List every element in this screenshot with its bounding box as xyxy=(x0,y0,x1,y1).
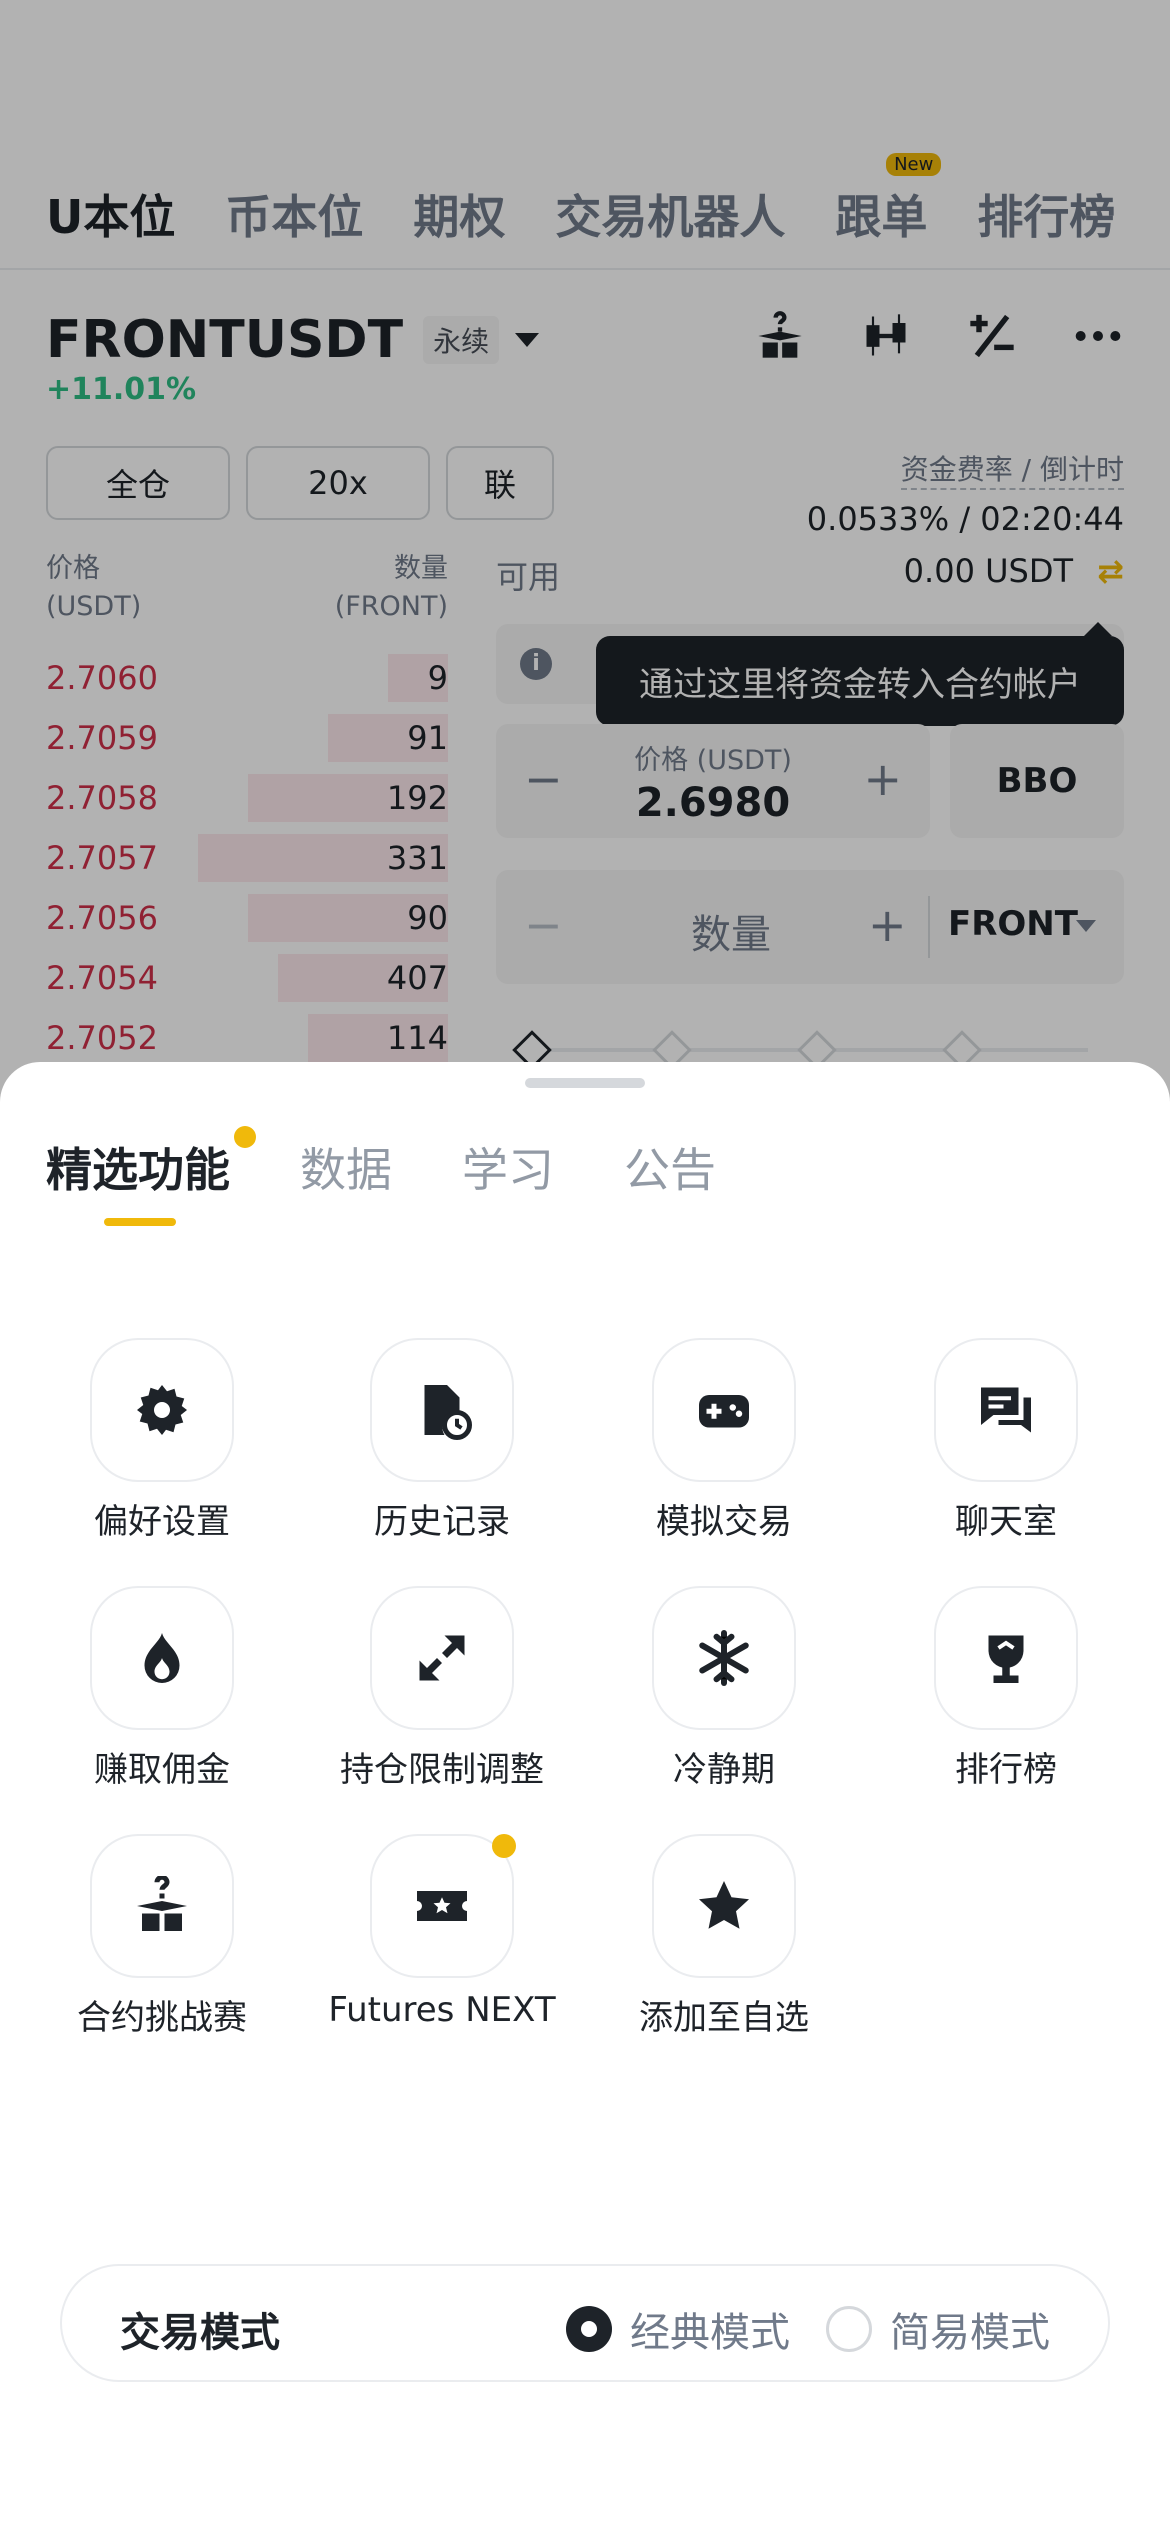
chat-icon xyxy=(981,1387,1031,1433)
feature-icon-tile xyxy=(652,1338,796,1482)
feature-icon-tile xyxy=(652,1586,796,1730)
simple-mode-radio[interactable]: 简易模式 xyxy=(826,2300,1050,2358)
ticket-icon xyxy=(417,1891,467,1921)
gamepad-icon xyxy=(699,1395,749,1428)
sheet-tabs: 精选功能 数据 学习 公告 xyxy=(46,1126,786,1200)
feature-position-limit[interactable]: 持仓限制调整 xyxy=(302,1586,582,1791)
classic-mode-label: 经典模式 xyxy=(630,2310,790,2356)
tab-learn[interactable]: 学习 xyxy=(462,1134,554,1200)
more-features-sheet: 精选功能 数据 学习 公告 偏好设置 历史记录 模拟交易 聊天室 赚取佣金 持仓… xyxy=(0,1062,1170,2532)
feature-icon-tile xyxy=(90,1834,234,1978)
classic-mode-radio[interactable]: 经典模式 xyxy=(566,2300,790,2358)
tab-announcements[interactable]: 公告 xyxy=(624,1134,716,1200)
feature-label: 历史记录 xyxy=(374,1502,510,1542)
trophy-icon xyxy=(988,1635,1024,1683)
feature-add-to-favorites[interactable]: 添加至自选 xyxy=(584,1834,864,2039)
tab-featured[interactable]: 精选功能 xyxy=(46,1126,256,1200)
feature-icon-tile xyxy=(370,1834,516,1978)
notification-dot xyxy=(234,1126,256,1148)
feature-preferences[interactable]: 偏好设置 xyxy=(22,1338,302,1543)
feature-label: 合约挑战赛 xyxy=(77,1998,247,2038)
feature-label: 排行榜 xyxy=(955,1750,1057,1790)
feature-chatroom[interactable]: 聊天室 xyxy=(866,1338,1146,1543)
feature-icon-tile xyxy=(934,1586,1078,1730)
flame-icon xyxy=(144,1633,180,1683)
feature-earn-commission[interactable]: 赚取佣金 xyxy=(22,1586,302,1791)
feature-label: 冷静期 xyxy=(673,1750,775,1790)
feature-label: Futures NEXT xyxy=(328,1990,556,2030)
feature-icon-tile xyxy=(370,1338,514,1482)
mystery-box-icon xyxy=(137,1876,187,1931)
feature-futures-challenge[interactable]: 合约挑战赛 xyxy=(22,1834,302,2039)
radio-selected-icon xyxy=(566,2306,612,2352)
history-icon xyxy=(424,1385,472,1440)
gear-icon xyxy=(137,1385,187,1435)
feature-label: 持仓限制调整 xyxy=(340,1750,544,1790)
trading-mode-bar: 交易模式 经典模式 简易模式 xyxy=(60,2264,1110,2382)
tab-data[interactable]: 数据 xyxy=(300,1134,392,1200)
feature-leaderboard[interactable]: 排行榜 xyxy=(866,1586,1146,1791)
feature-label: 模拟交易 xyxy=(656,1502,792,1542)
feature-label: 偏好设置 xyxy=(94,1502,230,1542)
feature-icon-tile xyxy=(90,1586,234,1730)
feature-history[interactable]: 历史记录 xyxy=(302,1338,582,1543)
tab-featured-label: 精选功能 xyxy=(46,1143,230,1197)
feature-label: 聊天室 xyxy=(955,1502,1057,1542)
feature-icon-tile xyxy=(652,1834,796,1978)
notification-dot xyxy=(492,1834,516,1858)
radio-unselected-icon xyxy=(826,2306,872,2352)
feature-label: 添加至自选 xyxy=(639,1998,809,2038)
simple-mode-label: 简易模式 xyxy=(890,2310,1050,2356)
feature-icon-tile xyxy=(370,1586,514,1730)
feature-demo-trading[interactable]: 模拟交易 xyxy=(584,1338,864,1543)
feature-futures-next[interactable]: Futures NEXT xyxy=(302,1834,582,2030)
drag-handle[interactable] xyxy=(525,1078,645,1088)
star-icon xyxy=(699,1881,749,1929)
feature-icon-tile xyxy=(934,1338,1078,1482)
feature-cooling-off[interactable]: 冷静期 xyxy=(584,1586,864,1791)
feature-icon-tile xyxy=(90,1338,234,1482)
active-tab-indicator xyxy=(104,1218,176,1226)
snowflake-icon xyxy=(699,1630,749,1686)
trading-mode-title: 交易模式 xyxy=(120,2310,280,2356)
feature-label: 赚取佣金 xyxy=(94,1750,230,1790)
expand-icon xyxy=(419,1635,465,1681)
